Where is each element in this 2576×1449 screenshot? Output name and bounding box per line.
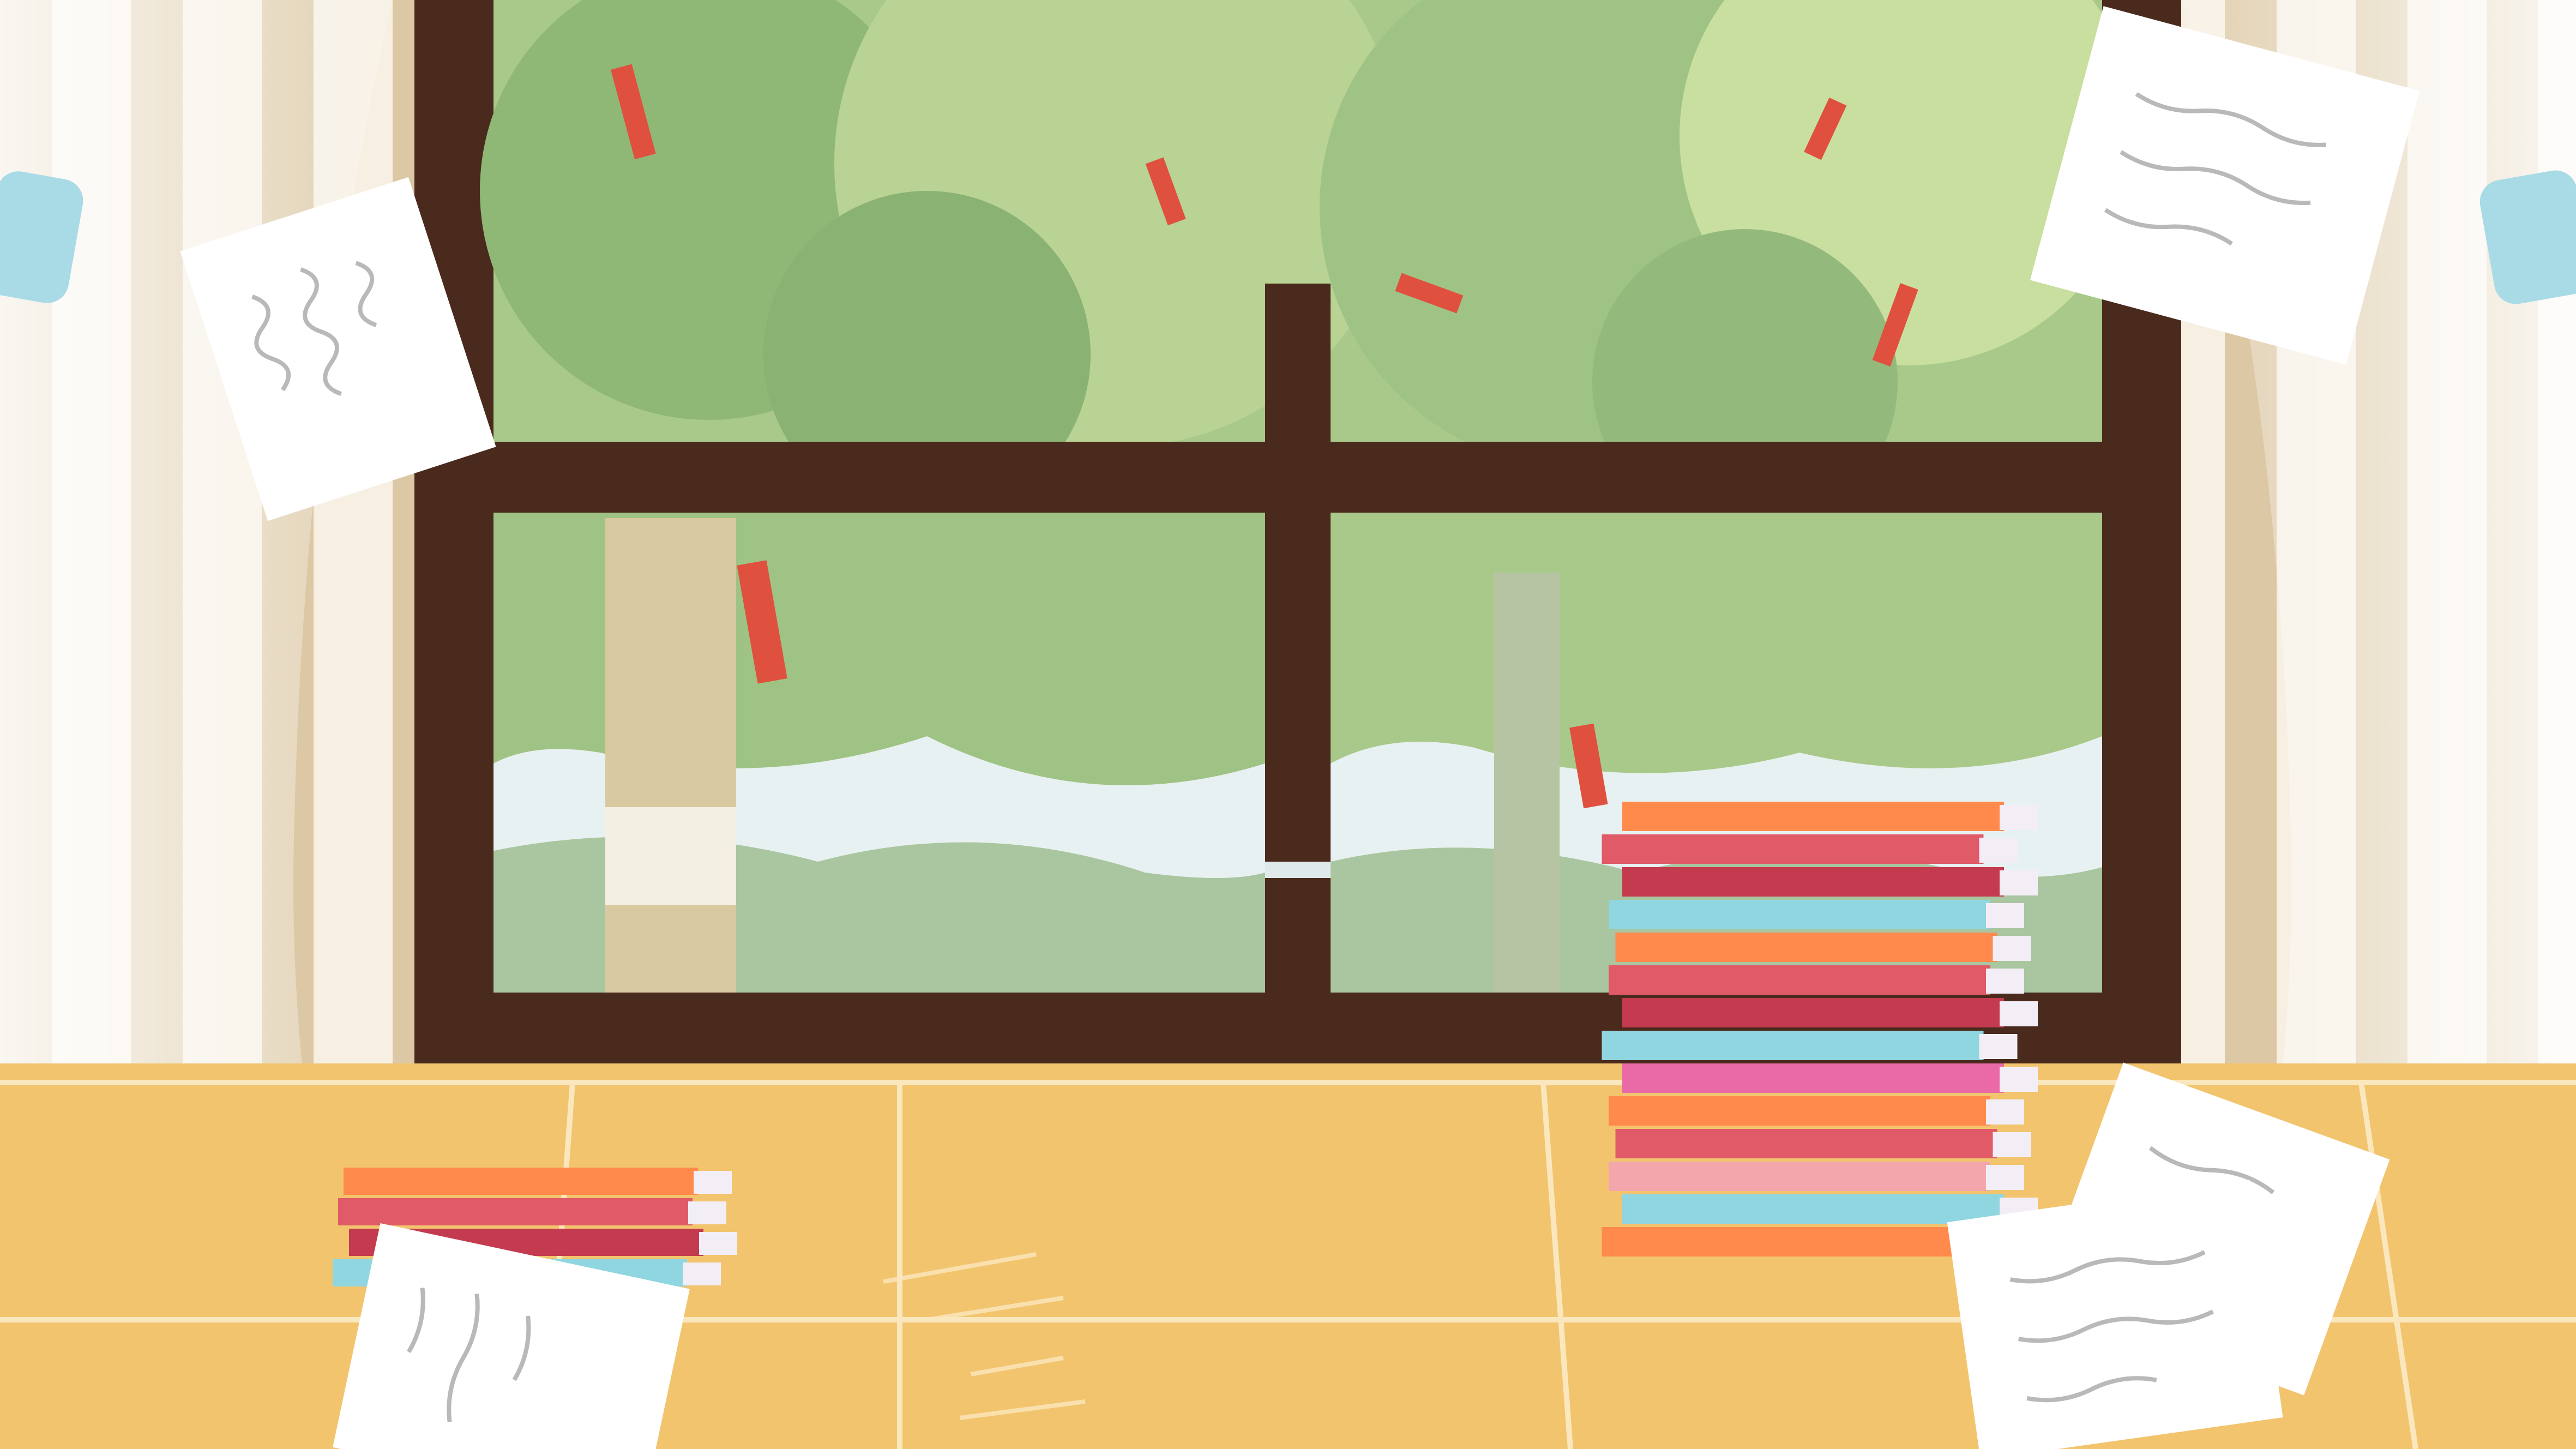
book	[1609, 965, 2024, 995]
paper-sheet-bottom-right-front	[1947, 1180, 2283, 1449]
illustration-scene	[0, 0, 2576, 1449]
book	[1622, 802, 2038, 831]
book	[1615, 933, 2031, 962]
book	[338, 1198, 726, 1225]
book	[1622, 1063, 2038, 1093]
book	[1609, 900, 2024, 929]
tree-trunk	[605, 518, 736, 993]
window-pane-bottom-left	[493, 513, 1265, 993]
book	[1609, 1162, 2024, 1191]
book	[1602, 834, 2018, 864]
book	[1622, 867, 2038, 897]
book	[1615, 1129, 2031, 1158]
book	[1602, 1031, 2018, 1060]
book	[1609, 1096, 2024, 1126]
book	[344, 1168, 732, 1195]
book	[1622, 998, 2038, 1027]
window-mullion-vertical-top	[1265, 284, 1331, 513]
